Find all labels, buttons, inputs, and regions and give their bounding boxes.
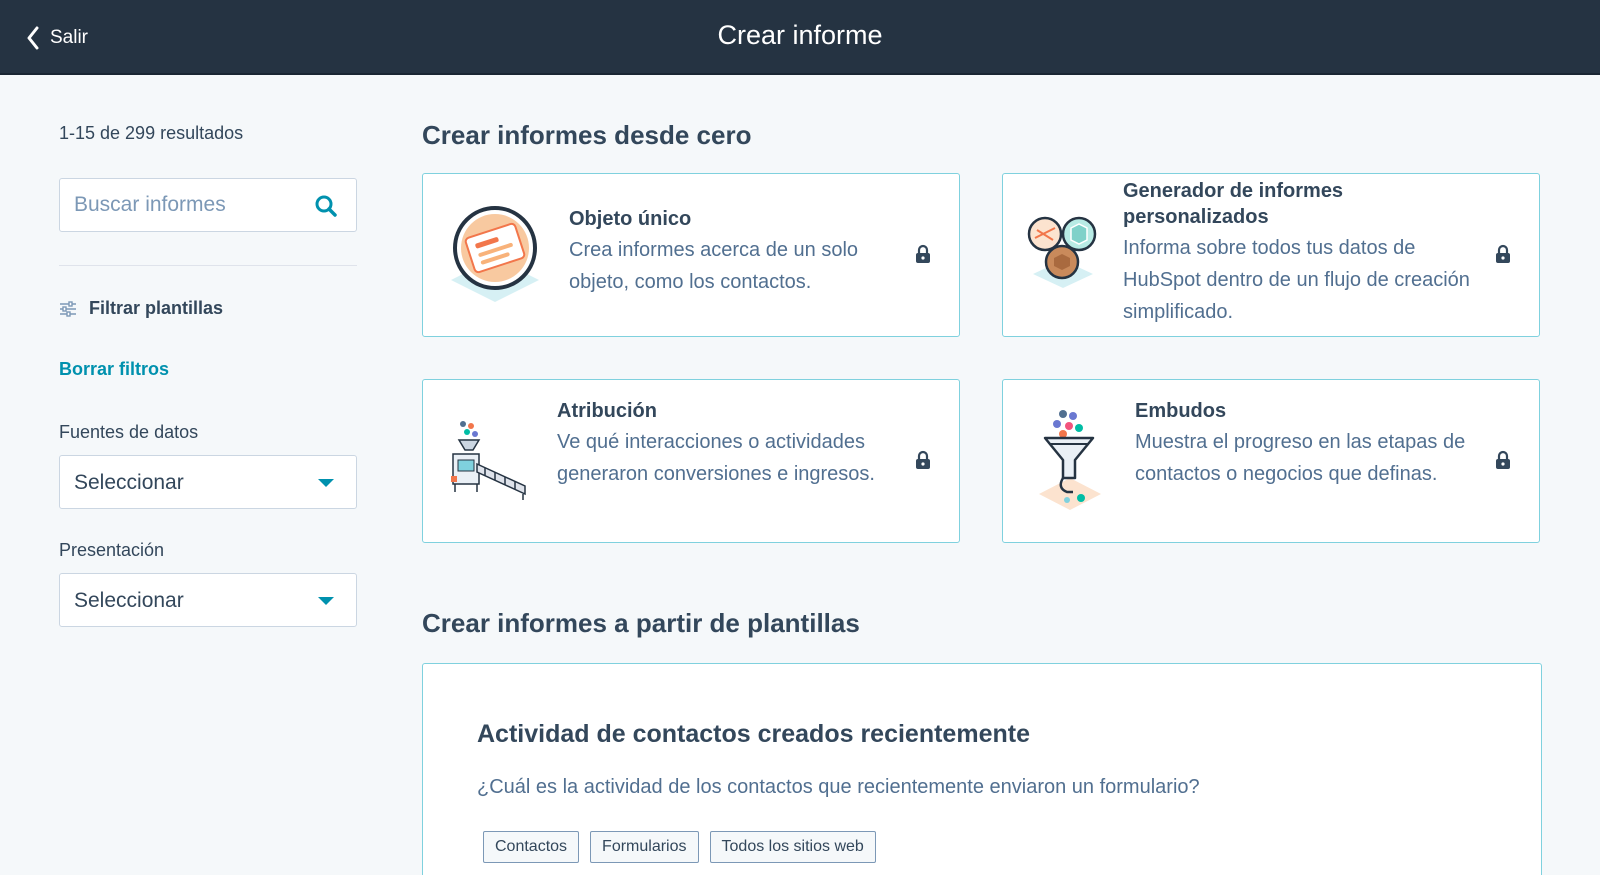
lock-icon <box>1495 244 1511 269</box>
templates-section-title: Crear informes a partir de plantillas <box>422 608 860 638</box>
caret-down-icon <box>318 479 334 487</box>
card-title: Generador de informes personalizados <box>1123 180 1344 228</box>
funnels-illustration <box>1037 408 1103 517</box>
card-funnels[interactable]: Embudos Muestra el progreso en las etapa… <box>1002 379 1540 543</box>
card-custom-report-builder[interactable]: Generador de informes personalizados Inf… <box>1002 173 1540 337</box>
top-bar: Salir Crear informe <box>0 0 1600 75</box>
custom-builder-illustration <box>1027 214 1101 299</box>
search-box <box>59 178 357 232</box>
card-text: Objeto único Crea informes acerca de un … <box>569 206 899 298</box>
presentation-label: Presentación <box>59 540 165 560</box>
tag: Todos los sitios web <box>709 831 876 863</box>
single-object-illustration <box>447 202 543 311</box>
card-title: Objeto único <box>569 208 692 230</box>
card-single-object[interactable]: Objeto único Crea informes acerca de un … <box>422 173 960 337</box>
card-attribution[interactable]: Atribución Ve qué interacciones o activi… <box>422 379 960 543</box>
lock-icon <box>915 450 931 475</box>
results-count: 1-15 de 299 resultados <box>59 123 244 143</box>
data-sources-label: Fuentes de datos <box>59 422 199 442</box>
template-tags: Contactos Formularios Todos los sitios w… <box>483 831 887 863</box>
card-text: Generador de informes personalizados Inf… <box>1123 178 1473 328</box>
card-description: Informa sobre todos tus datos de HubSpot… <box>1123 237 1470 323</box>
template-card[interactable]: Actividad de contactos creados recientem… <box>422 663 1542 875</box>
search-icon[interactable] <box>314 194 338 223</box>
card-description: Crea informes acerca de un solo objeto, … <box>569 239 859 293</box>
presentation-value: Seleccionar <box>74 589 184 612</box>
card-description: Muestra el progreso en las etapas de con… <box>1135 431 1466 485</box>
filter-templates-label: Filtrar plantillas <box>89 298 224 318</box>
search-input[interactable] <box>74 179 304 231</box>
sidebar-divider <box>59 265 357 266</box>
card-text: Embudos Muestra el progreso en las etapa… <box>1135 398 1485 490</box>
presentation-select[interactable]: Seleccionar <box>59 573 357 627</box>
card-text: Atribución Ve qué interacciones o activi… <box>557 398 907 490</box>
tag: Formularios <box>590 831 699 863</box>
lock-icon <box>915 244 931 269</box>
card-description: Ve qué interacciones o actividades gener… <box>557 431 875 485</box>
attribution-illustration <box>449 420 531 509</box>
template-title: Actividad de contactos creados recientem… <box>477 720 1030 748</box>
lock-icon <box>1495 450 1511 475</box>
tag: Contactos <box>483 831 580 863</box>
data-sources-value: Seleccionar <box>74 471 184 494</box>
card-title: Atribución <box>557 400 657 422</box>
sliders-icon <box>60 300 76 317</box>
clear-filters-link[interactable]: Borrar filtros <box>59 359 169 380</box>
data-sources-select[interactable]: Seleccionar <box>59 455 357 509</box>
template-description: ¿Cuál es la actividad de los contactos q… <box>477 776 1200 798</box>
page-title: Crear informe <box>717 20 883 50</box>
filter-templates-toggle[interactable]: Filtrar plantillas <box>59 298 223 319</box>
scratch-section-title: Crear informes desde cero <box>422 120 752 150</box>
caret-down-icon <box>318 597 334 605</box>
card-title: Embudos <box>1135 400 1227 422</box>
